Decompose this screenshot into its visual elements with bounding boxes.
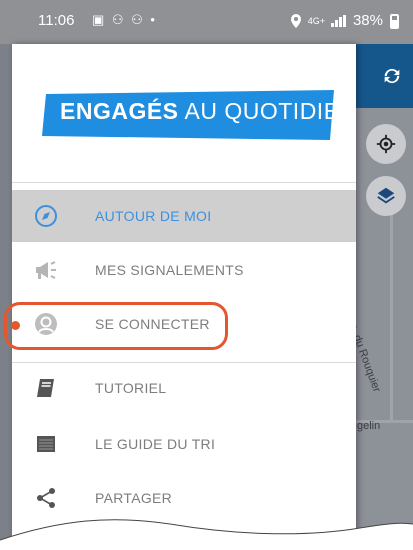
status-right: 4G+ 38% — [290, 12, 383, 29]
crosshair-icon — [376, 134, 396, 154]
menu-item-le-guide-du-tri[interactable]: LE GUIDE DU TRI — [12, 418, 356, 470]
layers-button[interactable] — [366, 176, 406, 216]
menu-item-autour-de-moi[interactable]: AUTOUR DE MOI — [12, 190, 356, 242]
refresh-icon[interactable] — [378, 62, 406, 90]
guide-icon — [34, 432, 58, 456]
map-partial-label: gelin — [357, 420, 381, 432]
menu-label: PARTAGER — [95, 490, 173, 506]
status-time: 11:06 — [38, 12, 75, 29]
logo-text-thin: AU QUOTIDIEN — [184, 98, 357, 124]
map-road — [390, 180, 393, 420]
app-logo: ENGAGÉS AU QUOTIDIEN — [42, 90, 356, 140]
highlight-dot — [11, 321, 20, 330]
network-type: 4G+ — [307, 15, 325, 26]
logo-text-bold: ENGAGÉS — [60, 98, 179, 124]
menu-label: LE GUIDE DU TRI — [95, 436, 216, 452]
status-bar: 11:06 ▣ ⚇ ⚇ • 4G+ 38% — [0, 0, 413, 44]
navigation-drawer: ENGAGÉS AU QUOTIDIEN AUTOUR DE MOI MES SI… — [12, 44, 356, 550]
share-icon — [34, 486, 58, 510]
locate-button[interactable] — [366, 124, 406, 164]
battery-percent: 38% — [352, 12, 383, 29]
menu-label: MES SIGNALEMENTS — [95, 262, 244, 278]
megaphone-icon — [34, 258, 58, 282]
book-icon — [34, 376, 58, 400]
highlight-annotation — [4, 302, 228, 350]
notification-icons: ▣ ⚇ ⚇ • — [92, 12, 157, 27]
menu-label: AUTOUR DE MOI — [95, 208, 212, 224]
compass-icon — [34, 204, 58, 228]
layers-icon — [377, 187, 395, 204]
location-icon — [290, 13, 301, 28]
torn-edge — [0, 519, 413, 550]
menu-item-mes-signalements[interactable]: MES SIGNALEMENTS — [12, 244, 356, 296]
menu-label: TUTORIEL — [95, 380, 167, 396]
battery-icon — [390, 14, 399, 29]
menu-item-tutoriel[interactable]: TUTORIEL — [12, 362, 356, 414]
signal-icon — [330, 14, 346, 27]
divider — [12, 182, 356, 183]
